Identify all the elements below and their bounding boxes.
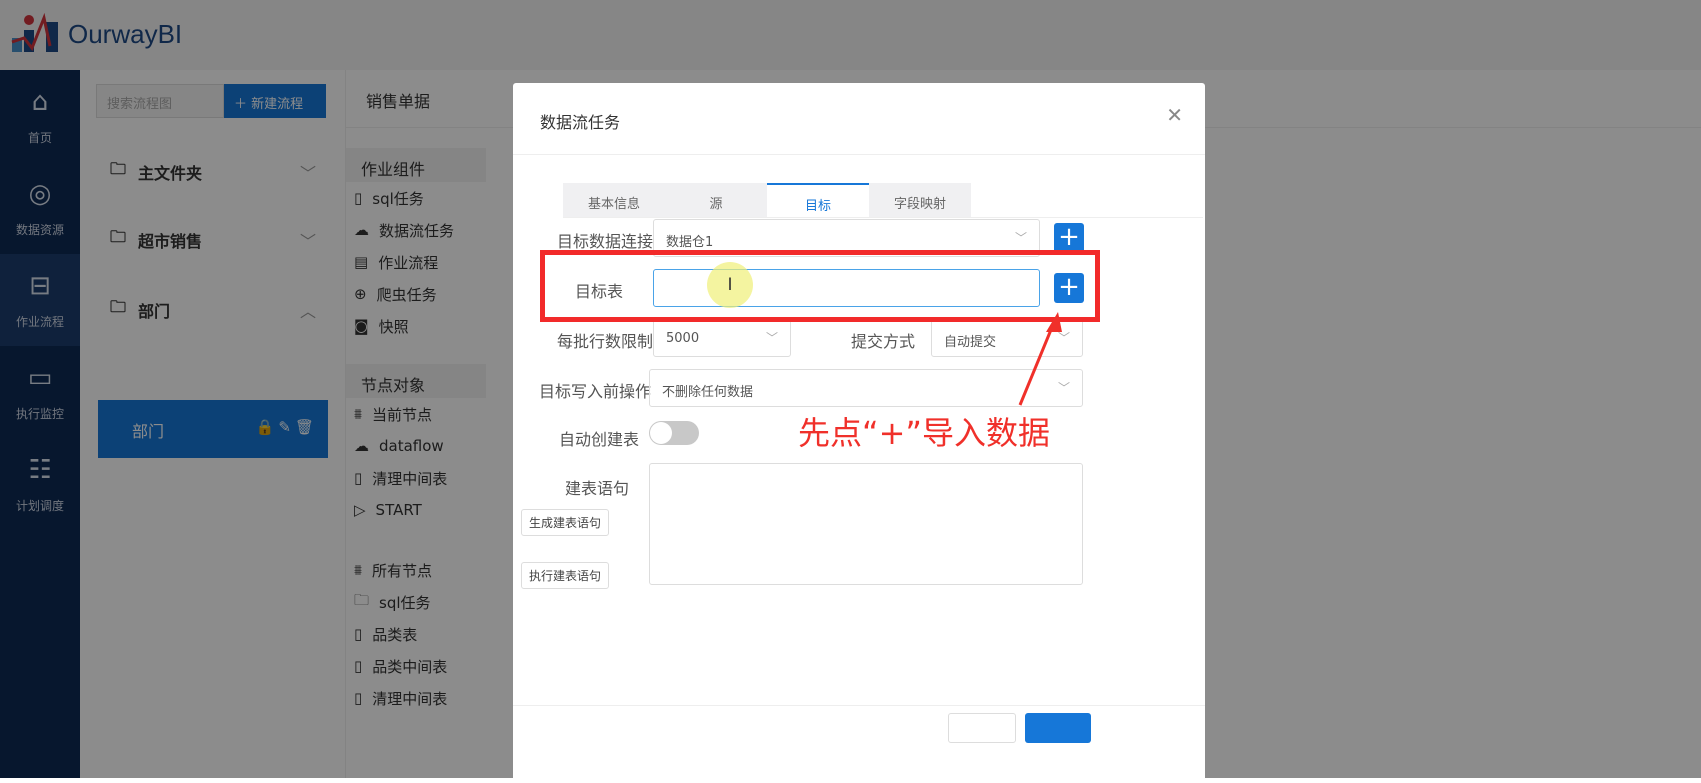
auto-create-label: 自动创建表: [558, 430, 639, 449]
target-conn-value: 数据仓1: [666, 235, 714, 250]
ddl-textarea[interactable]: [649, 463, 1083, 585]
chevron-down-icon: ﹀: [1014, 231, 1027, 245]
confirm-button[interactable]: [1025, 713, 1091, 743]
cancel-button[interactable]: [948, 713, 1016, 743]
pre-write-op-label: 目标写入前操作: [538, 382, 651, 401]
ddl-label: 建表语句: [564, 479, 629, 498]
dialog-footer: [513, 705, 1205, 706]
pre-write-op-value: 不删除任何数据: [662, 385, 754, 400]
commit-mode-label: 提交方式: [850, 332, 915, 351]
dialog-title: 数据流任务: [513, 83, 1205, 155]
execute-ddl-button[interactable]: 执行建表语句: [521, 562, 610, 589]
target-conn-label: 目标数据连接: [556, 232, 653, 251]
add-connection-button[interactable]: +: [1054, 223, 1084, 253]
tab-source[interactable]: 源: [665, 183, 767, 217]
tab-basic-info[interactable]: 基本信息: [563, 183, 665, 217]
tab-target[interactable]: 目标: [767, 183, 869, 217]
generate-ddl-button[interactable]: 生成建表语句: [521, 509, 610, 536]
arrow-annotation: [1018, 312, 1062, 406]
annotation-text: 先点“+”导入数据: [798, 414, 1050, 452]
batch-limit-label: 每批行数限制: [556, 332, 653, 351]
chevron-down-icon: ﹀: [765, 331, 778, 345]
text-cursor-icon: I: [707, 262, 753, 308]
batch-limit-select[interactable]: 5000 ﹀: [653, 319, 791, 357]
commit-mode-value: 自动提交: [944, 335, 997, 350]
close-icon[interactable]: ✕: [1166, 103, 1183, 127]
tab-field-mapping[interactable]: 字段映射: [869, 183, 971, 217]
batch-limit-value: 5000: [666, 331, 700, 346]
auto-create-toggle[interactable]: [649, 421, 699, 445]
dialog-tabs: 基本信息 源 目标 字段映射: [563, 183, 1203, 218]
